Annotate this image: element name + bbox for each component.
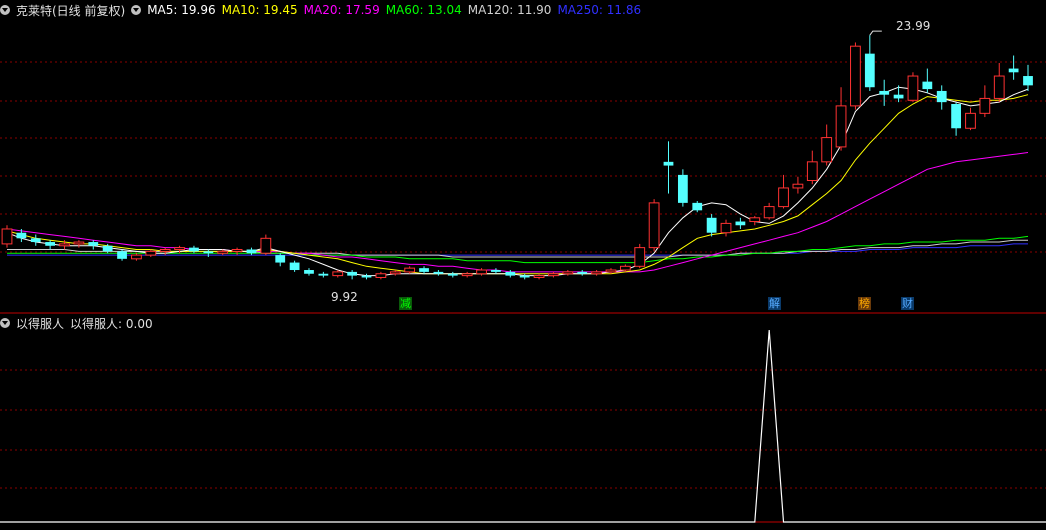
chevron-down-icon[interactable] bbox=[0, 318, 10, 328]
high-price-label: 23.99 bbox=[896, 19, 931, 33]
candle-up bbox=[73, 241, 85, 245]
candle-down bbox=[318, 273, 329, 276]
candle-up bbox=[850, 45, 861, 107]
candle-down bbox=[951, 104, 961, 129]
candle-up bbox=[835, 105, 847, 148]
candle-up bbox=[907, 75, 919, 101]
candle-up bbox=[619, 265, 631, 271]
candle-up bbox=[720, 222, 732, 234]
candle-down bbox=[706, 217, 717, 233]
candle-up bbox=[159, 249, 171, 252]
candle-down bbox=[1008, 68, 1019, 73]
candle-down bbox=[246, 249, 257, 254]
candle-down bbox=[88, 242, 99, 246]
indicator-line bbox=[0, 329, 1046, 523]
candle-up bbox=[375, 273, 387, 278]
candle-down bbox=[203, 251, 214, 254]
candle-up bbox=[979, 97, 991, 114]
candle-up bbox=[648, 202, 660, 249]
candle-down bbox=[663, 161, 674, 166]
candle-down bbox=[347, 271, 358, 276]
event-tag-reduce[interactable]: 减 bbox=[399, 297, 412, 310]
candle-down bbox=[936, 90, 947, 103]
event-tag-unlock[interactable]: 解 bbox=[768, 297, 781, 310]
candle-down bbox=[677, 174, 688, 203]
candle-down bbox=[16, 232, 27, 239]
candle-down bbox=[361, 275, 372, 278]
candle-down bbox=[692, 202, 703, 211]
candle-up bbox=[806, 161, 818, 181]
candle-down bbox=[735, 221, 746, 226]
candle-up bbox=[993, 75, 1005, 99]
ma20-line bbox=[6, 152, 1029, 273]
kline-chart[interactable] bbox=[0, 0, 1046, 530]
candle-down bbox=[419, 268, 429, 272]
candle-up bbox=[562, 271, 574, 275]
candle-up bbox=[634, 247, 646, 267]
sub-legend: 以得服人 以得服人: 0.00 bbox=[0, 315, 159, 332]
candle-up bbox=[778, 187, 789, 208]
candle-down bbox=[45, 242, 56, 246]
candle-down bbox=[1023, 76, 1033, 86]
candle-down bbox=[30, 238, 41, 243]
candle-up bbox=[332, 271, 344, 277]
candle-down bbox=[289, 262, 300, 271]
candle-up bbox=[461, 273, 473, 277]
candle-up bbox=[821, 137, 833, 163]
candle-up bbox=[217, 250, 229, 254]
candle-down bbox=[447, 273, 458, 276]
candle-down bbox=[491, 270, 501, 272]
candle-down bbox=[433, 271, 444, 274]
candle-up bbox=[389, 271, 401, 275]
candle-up bbox=[476, 269, 487, 275]
candle-down bbox=[275, 255, 286, 263]
low-price-label: 9.92 bbox=[331, 290, 358, 304]
candle-down bbox=[922, 81, 933, 90]
candle-up bbox=[965, 112, 976, 129]
candle-down bbox=[102, 245, 113, 252]
event-tag-finance[interactable]: 财 bbox=[901, 297, 914, 310]
candle-up bbox=[792, 183, 804, 189]
candle-down bbox=[879, 90, 890, 95]
candle-down bbox=[864, 53, 875, 88]
candle-up bbox=[231, 249, 243, 252]
candle-down bbox=[577, 271, 588, 274]
candle-down bbox=[304, 270, 314, 274]
candle-down bbox=[893, 94, 904, 99]
candle-down bbox=[519, 275, 530, 278]
event-tag-ranking[interactable]: 榜 bbox=[858, 297, 871, 310]
candle-up bbox=[548, 273, 559, 277]
candle-down bbox=[189, 247, 199, 252]
candle-up bbox=[1, 228, 13, 245]
sub-value-label: 以得服人: 0.00 bbox=[70, 316, 153, 331]
candle-up bbox=[749, 217, 761, 223]
candle-up bbox=[533, 275, 545, 278]
candle-up bbox=[605, 269, 617, 273]
candle-up bbox=[260, 237, 272, 254]
candle-down bbox=[117, 251, 127, 259]
candle-up bbox=[174, 247, 185, 251]
candle-up bbox=[59, 243, 70, 247]
sub-chart-title[interactable]: 以得服人 bbox=[16, 315, 64, 332]
ma120-line bbox=[7, 239, 1028, 258]
high-marker bbox=[869, 30, 882, 36]
candle-up bbox=[404, 267, 416, 273]
candle-down bbox=[505, 271, 516, 276]
candle-up bbox=[131, 254, 142, 260]
candle-up bbox=[145, 250, 157, 256]
candle-up bbox=[763, 206, 775, 219]
candle-up bbox=[591, 271, 602, 275]
